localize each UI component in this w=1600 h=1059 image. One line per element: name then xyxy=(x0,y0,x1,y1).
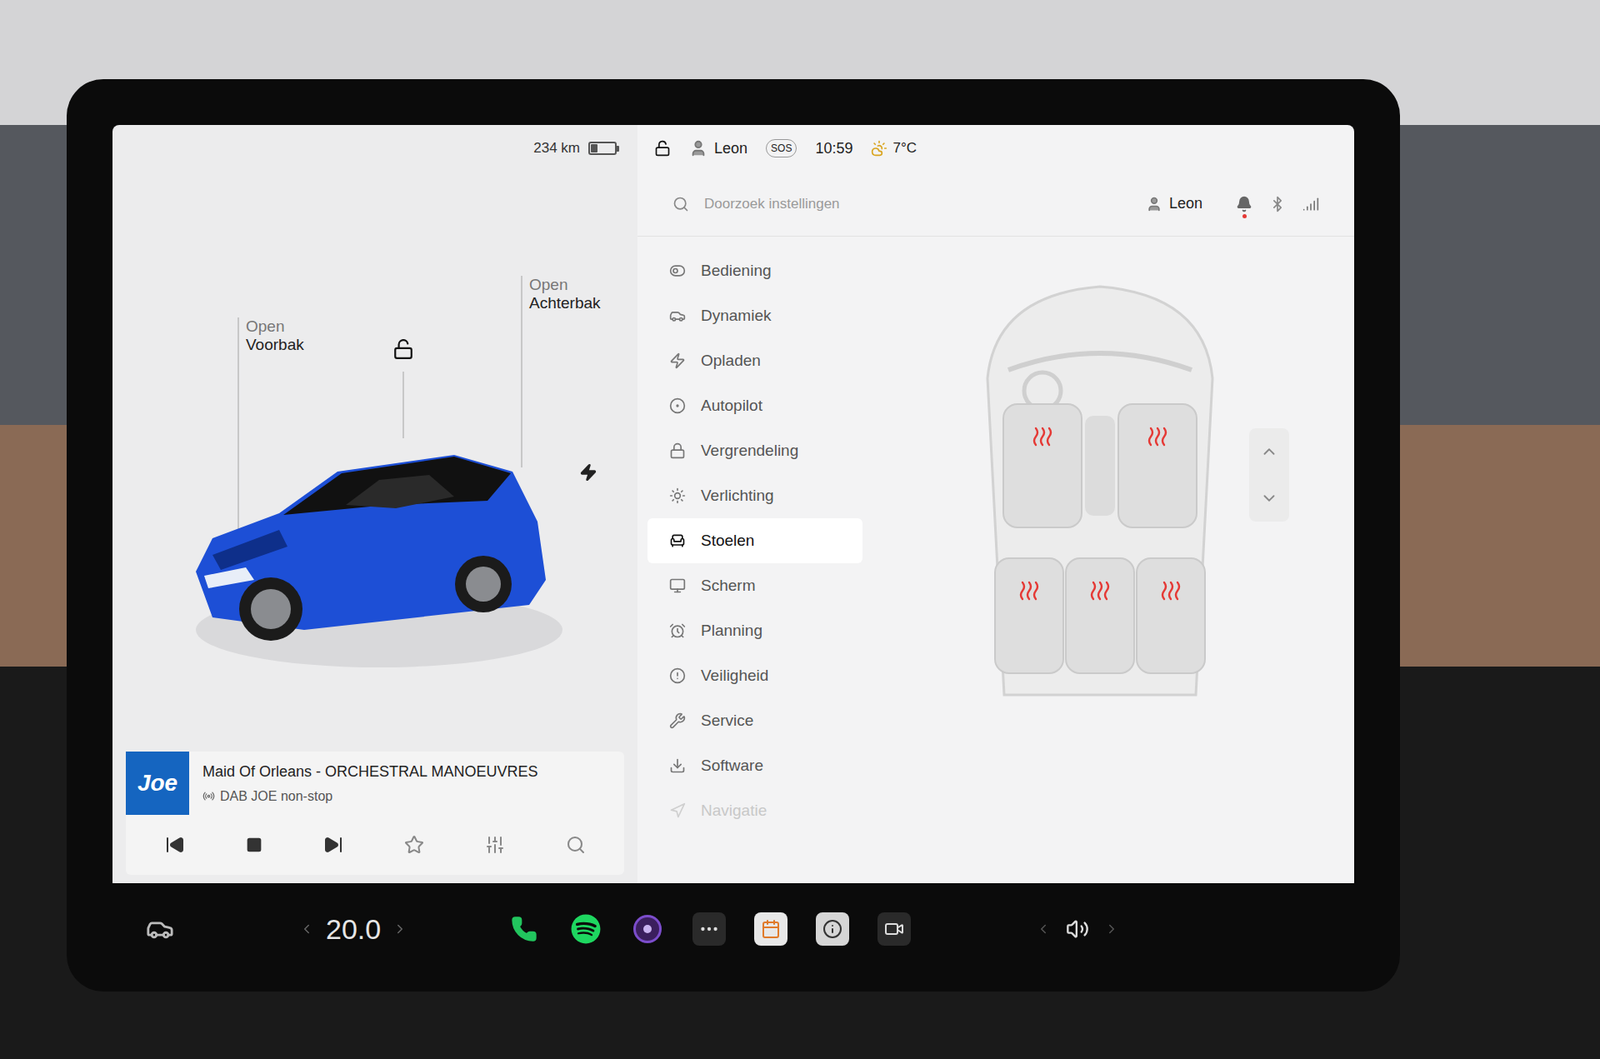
lte-signal-icon xyxy=(1302,195,1320,213)
settings-menu-item[interactable]: Verlichting xyxy=(647,473,863,519)
station-logo: Joe xyxy=(125,751,190,815)
clock: 10:59 xyxy=(815,137,853,160)
previous-icon[interactable] xyxy=(165,835,185,855)
track-info: Maid Of Orleans - ORCHESTRAL MANOEUVRESD… xyxy=(202,760,538,807)
phone-icon[interactable] xyxy=(507,912,541,946)
seat-diagram xyxy=(970,278,1230,712)
status-bar: Leon SOS 10:59 7°C xyxy=(637,125,1355,172)
settings-body: BedieningDynamiekOpladenAutopilotVergren… xyxy=(637,236,1355,884)
settings-menu-item[interactable]: Stoelen xyxy=(647,518,863,564)
video-icon[interactable] xyxy=(877,912,911,946)
trunk-open-button[interactable]: OpenAchterbak xyxy=(529,275,601,313)
profile-button[interactable]: Leon xyxy=(1145,192,1203,215)
settings-menu-item[interactable]: Autopilot xyxy=(647,383,863,429)
seat-heat-icon xyxy=(1030,423,1055,449)
lock-status[interactable] xyxy=(654,140,671,157)
settings-menu-item[interactable]: Service xyxy=(647,698,863,744)
settings-menu-item[interactable]: Planning xyxy=(647,608,863,654)
settings-header: Doorzoek instellingen Leon xyxy=(637,171,1355,237)
seat[interactable] xyxy=(994,557,1065,675)
next-icon[interactable] xyxy=(323,835,344,855)
temp-down-icon[interactable] xyxy=(299,921,315,937)
app-launcher xyxy=(507,912,911,946)
settings-menu-item[interactable]: Software xyxy=(647,743,863,789)
temp-up-icon[interactable] xyxy=(392,921,408,937)
lock-line xyxy=(402,371,405,439)
settings-menu-item[interactable]: Bediening xyxy=(647,248,863,294)
volume-icon[interactable] xyxy=(1065,917,1090,941)
seat-heat-icon xyxy=(1158,577,1184,603)
seat-scroll xyxy=(1249,428,1290,522)
settings-menu-item[interactable]: Veiligheid xyxy=(647,653,863,699)
settings-menu-item[interactable]: Dynamiek xyxy=(647,293,863,339)
trunk-line xyxy=(520,275,523,468)
volume-control xyxy=(1035,917,1120,941)
scroll-down-button[interactable] xyxy=(1249,475,1290,522)
track-title: Maid Of Orleans - ORCHESTRAL MANOEUVRES xyxy=(202,760,538,784)
settings-menu-item[interactable]: Vergrendeling xyxy=(647,428,863,474)
settings-panel: Leon SOS 10:59 7°C Doorzoek instellingen Leon… xyxy=(637,125,1355,884)
scroll-up-button[interactable] xyxy=(1249,428,1290,475)
charge-port-button[interactable] xyxy=(579,463,598,482)
volume-down-icon[interactable] xyxy=(1035,921,1051,937)
settings-menu-item[interactable]: Opladen xyxy=(647,338,863,384)
seat-settings xyxy=(879,236,1355,884)
camera-icon[interactable] xyxy=(630,912,665,946)
car-view: OpenVoorbak OpenAchterbak xyxy=(112,171,638,752)
seat[interactable] xyxy=(1135,557,1206,675)
battery-icon xyxy=(588,141,620,155)
volume-up-icon[interactable] xyxy=(1104,921,1120,937)
cabin-temperature[interactable]: 20.0 xyxy=(325,908,381,951)
favorite-icon[interactable] xyxy=(404,835,425,855)
calendar-icon[interactable] xyxy=(754,912,788,946)
settings-search[interactable]: Doorzoek instellingen xyxy=(672,193,1130,215)
trunk-open-button[interactable]: OpenVoorbak xyxy=(245,317,305,355)
media-player: Joe Maid Of Orleans - ORCHESTRAL MANOEUVR… xyxy=(125,751,625,875)
bottom-bar: 20.0 xyxy=(112,883,1355,975)
photo-frame: 234 km OpenVoorbak OpenAchterbak Joe Maid Of… xyxy=(0,0,1600,1059)
car-model-icon[interactable] xyxy=(179,421,563,672)
spotify-icon[interactable] xyxy=(569,912,603,946)
settings-menu-item[interactable]: Scherm xyxy=(647,563,863,609)
screen-content: 234 km OpenVoorbak OpenAchterbak Joe Maid Of… xyxy=(112,125,1355,884)
seat-heat-icon xyxy=(1016,577,1042,603)
seat[interactable] xyxy=(1002,403,1083,529)
touchscreen: 234 km OpenVoorbak OpenAchterbak Joe Maid Of… xyxy=(66,79,1400,992)
climate-control: 20.0 xyxy=(299,908,408,951)
media-search-icon[interactable] xyxy=(565,835,586,855)
bluetooth-icon[interactable] xyxy=(1269,195,1286,213)
equalizer-icon[interactable] xyxy=(485,835,505,855)
radio-icon xyxy=(202,790,215,803)
more-apps-icon[interactable] xyxy=(692,912,726,946)
car-model[interactable] xyxy=(179,421,563,672)
media-controls xyxy=(125,815,625,875)
track-source: DAB JOE non-stop xyxy=(220,786,333,807)
seat-heat-icon xyxy=(1087,577,1113,603)
seat-heat-icon xyxy=(1145,423,1170,449)
manual-icon[interactable] xyxy=(815,912,850,946)
door-lock-button[interactable] xyxy=(392,338,415,360)
sos-indicator[interactable]: SOS xyxy=(765,139,797,158)
notification-dot xyxy=(1242,214,1247,219)
seat[interactable] xyxy=(1117,403,1198,529)
seat[interactable] xyxy=(1065,557,1135,675)
bell-icon xyxy=(1235,195,1253,213)
settings-menu-item[interactable]: Navigatie xyxy=(647,788,863,834)
range-row: 234 km xyxy=(112,125,638,172)
now-playing: Joe Maid Of Orleans - ORCHESTRAL MANOEUVR… xyxy=(125,751,625,815)
car-panel: 234 km OpenVoorbak OpenAchterbak Joe Maid Of… xyxy=(112,125,638,884)
settings-menu: BedieningDynamiekOpladenAutopilotVergren… xyxy=(637,236,880,884)
range-text: 234 km xyxy=(533,137,580,160)
driver-profile[interactable]: Leon xyxy=(689,137,748,160)
notifications-button[interactable] xyxy=(1235,195,1253,213)
car-controls-icon[interactable] xyxy=(145,915,175,944)
stop-icon[interactable] xyxy=(245,836,263,854)
frunk-line xyxy=(237,317,240,560)
weather: 7°C xyxy=(870,137,917,160)
